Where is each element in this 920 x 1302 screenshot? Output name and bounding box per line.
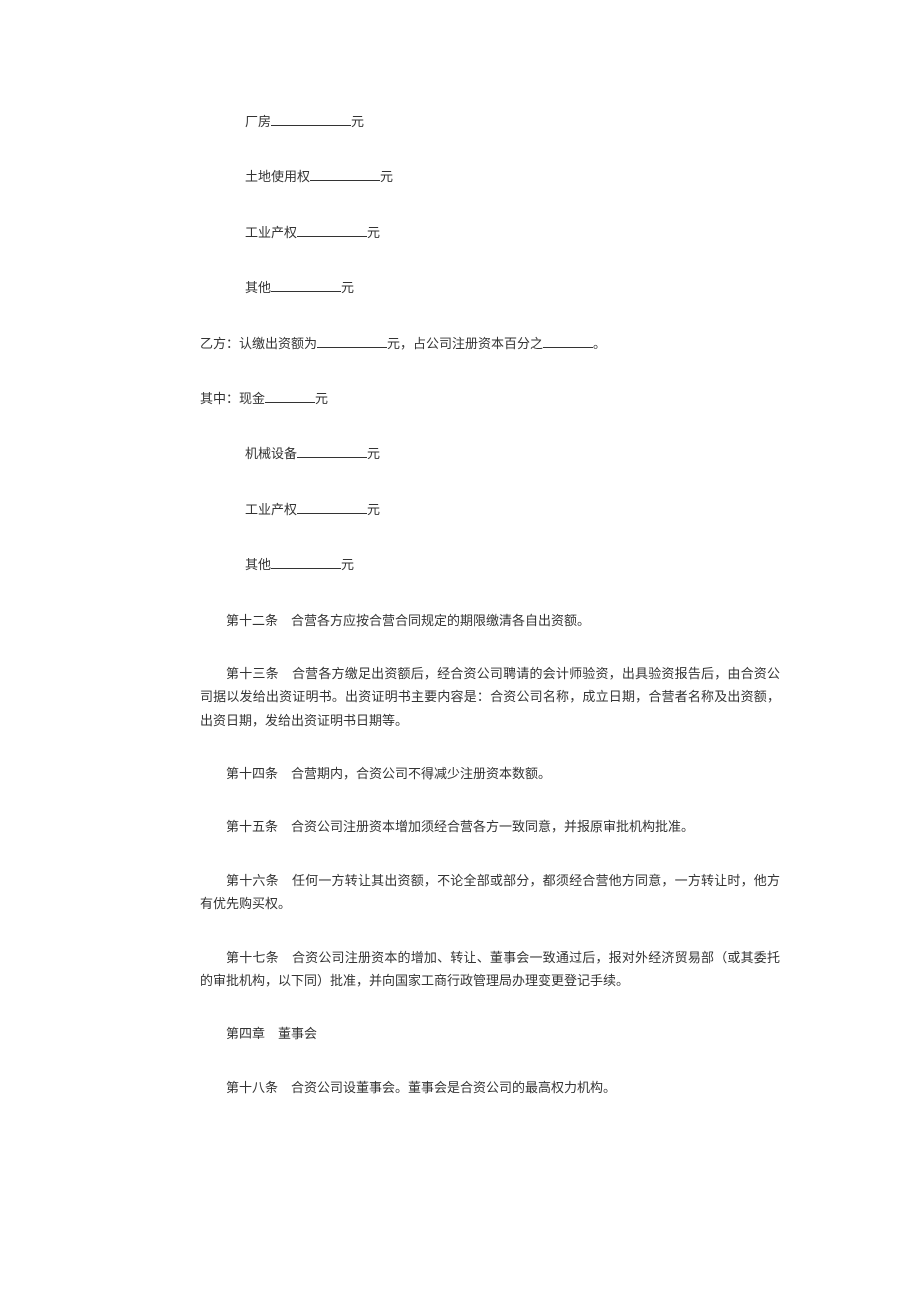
field-qita2: 其他 元 <box>130 553 790 576</box>
blank-yifang1 <box>317 335 387 348</box>
article-17: 第十七条 合资公司注册资本的增加、转让、董事会一致通过后，报对外经济贸易部（或其… <box>130 946 790 993</box>
article-15: 第十五条 合资公司注册资本增加须经合营各方一致同意，并报原审批机构批准。 <box>130 815 790 838</box>
article-14: 第十四条 合营期内，合资公司不得减少注册资本数额。 <box>130 762 790 785</box>
label-gongye1: 工业产权 <box>245 225 297 240</box>
article-18: 第十八条 合资公司设董事会。董事会是合资公司的最高权力机构。 <box>130 1076 790 1099</box>
blank-xianjin <box>265 390 315 403</box>
label-qita1: 其他 <box>245 280 271 295</box>
unit-changfang: 元 <box>351 114 364 129</box>
unit-gongye2: 元 <box>367 502 380 517</box>
blank-gongye2 <box>297 501 367 514</box>
blank-qita2 <box>271 556 341 569</box>
blank-qita1 <box>271 279 341 292</box>
article-16: 第十六条 任何一方转让其出资额，不论全部或部分，都须经合营他方同意，一方转让时，… <box>130 869 790 916</box>
blank-tudi <box>310 168 380 181</box>
field-xianjin: 其中：现金 元 <box>130 387 790 410</box>
field-qita1: 其他 元 <box>130 276 790 299</box>
field-tudi: 土地使用权 元 <box>130 165 790 188</box>
article-12: 第十二条 合营各方应按合营合同规定的期限缴清各自出资额。 <box>130 609 790 632</box>
field-yifang: 乙方：认缴出资额为 元，占公司注册资本百分之 。 <box>130 332 790 355</box>
label-gongye2: 工业产权 <box>245 502 297 517</box>
unit-qita1: 元 <box>341 280 354 295</box>
unit-xianjin: 元 <box>315 391 328 406</box>
field-jixie: 机械设备 元 <box>130 442 790 465</box>
blank-jixie <box>297 445 367 458</box>
unit-qita2: 元 <box>341 557 354 572</box>
article-13: 第十三条 合营各方缴足出资额后，经合资公司聘请的会计师验资，出具验资报告后，由合… <box>130 662 790 732</box>
unit-jixie: 元 <box>367 446 380 461</box>
label-xianjin: 其中：现金 <box>200 391 265 406</box>
blank-changfang <box>271 113 351 126</box>
field-changfang: 厂房 元 <box>130 110 790 133</box>
unit-tudi: 元 <box>380 169 393 184</box>
blank-yifang2 <box>543 335 593 348</box>
blank-gongye1 <box>297 224 367 237</box>
label-jixie: 机械设备 <box>245 446 297 461</box>
label-yifang-mid: 元，占公司注册资本百分之 <box>387 336 543 351</box>
unit-gongye1: 元 <box>367 225 380 240</box>
label-yifang-suffix: 。 <box>593 336 606 351</box>
chapter-4-heading: 第四章 董事会 <box>130 1022 790 1045</box>
label-qita2: 其他 <box>245 557 271 572</box>
label-changfang: 厂房 <box>245 114 271 129</box>
field-gongye2: 工业产权 元 <box>130 498 790 521</box>
field-gongye1: 工业产权 元 <box>130 221 790 244</box>
label-tudi: 土地使用权 <box>245 169 310 184</box>
label-yifang-prefix: 乙方：认缴出资额为 <box>200 336 317 351</box>
